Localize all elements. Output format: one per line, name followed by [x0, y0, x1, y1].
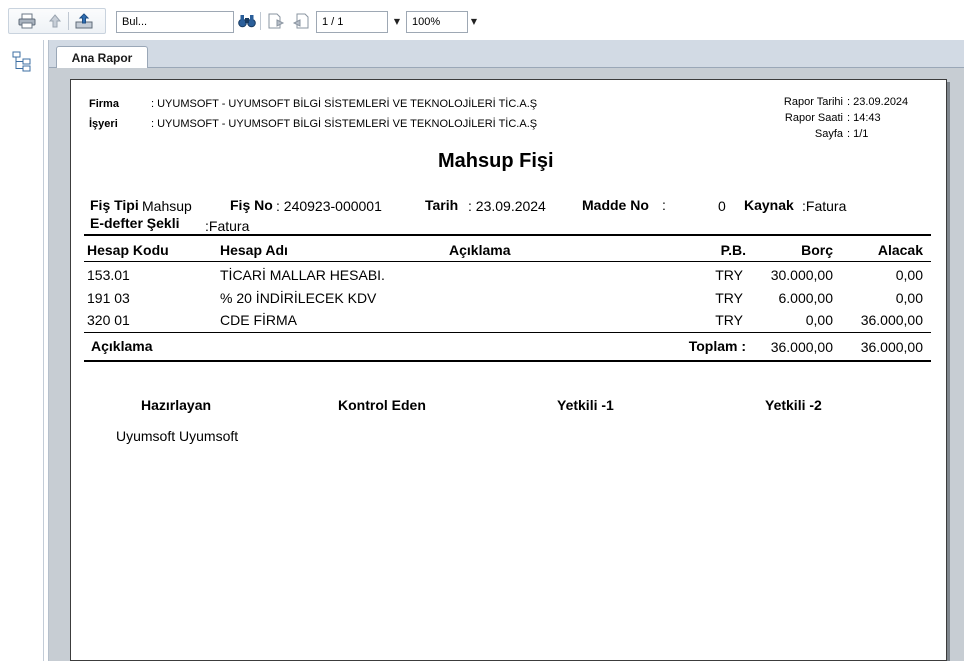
- row-alacak: 0,00: [895, 290, 923, 306]
- sayfa-value: : 1/1: [847, 128, 869, 140]
- firma-value: : UYUMSOFT - UYUMSOFT BİLGİ SİSTEMLERİ V…: [151, 98, 538, 110]
- header-rule: [84, 261, 931, 262]
- col-aciklama: Açıklama: [449, 242, 511, 258]
- row-borc: 6.000,00: [778, 290, 834, 306]
- arrow-up-icon: [48, 14, 62, 28]
- row-pb: TRY: [715, 290, 743, 306]
- zoom-dropdown-button[interactable]: ▼: [468, 11, 480, 31]
- report-viewer: Ana Rapor Firma : UYUMSOFT - UYUMSOFT Bİ…: [48, 40, 964, 661]
- fis-tipi-label: Fiş Tipi: [90, 197, 139, 213]
- fis-no-label: Fiş No: [230, 197, 273, 213]
- toplam-label: Toplam :: [688, 338, 746, 354]
- table-top-rule: [84, 234, 931, 236]
- search-input[interactable]: [116, 11, 234, 33]
- next-page-button[interactable]: [265, 10, 287, 32]
- yetkili-1-label: Yetkili -1: [557, 397, 614, 413]
- toplam-alacak: 36.000,00: [860, 339, 923, 355]
- tab-label: Ana Rapor: [71, 50, 133, 65]
- col-hesap-kodu: Hesap Kodu: [87, 242, 169, 258]
- toolbar-separator: [68, 12, 69, 30]
- sayfa-label: Sayfa: [814, 128, 843, 140]
- document-map-panel: [0, 40, 44, 661]
- rows-rule: [84, 332, 931, 333]
- zoom-input[interactable]: [406, 11, 468, 33]
- fis-no-value: : 240923-000001: [276, 198, 382, 214]
- row-alacak: 36.000,00: [860, 312, 923, 328]
- kaynak-value: :Fatura: [802, 198, 847, 214]
- col-hesap-adi: Hesap Adı: [220, 242, 288, 258]
- previous-page-button[interactable]: [290, 10, 312, 32]
- row-pb: TRY: [715, 312, 743, 328]
- kontrol-eden-label: Kontrol Eden: [338, 397, 426, 413]
- print-button[interactable]: [16, 10, 38, 32]
- footer-aciklama-label: Açıklama: [91, 338, 153, 354]
- row-borc: 30.000,00: [770, 267, 833, 283]
- row-hesap-kodu: 191 03: [87, 290, 130, 306]
- row-alacak: 0,00: [895, 267, 923, 283]
- row-hesap-kodu: 320 01: [87, 312, 130, 328]
- row-hesap-adi: % 20 İNDİRİLECEK KDV: [220, 290, 377, 306]
- kaynak-label: Kaynak: [744, 197, 794, 213]
- tab-ana-rapor[interactable]: Ana Rapor: [56, 46, 148, 68]
- edefter-value: :Fatura: [205, 218, 250, 234]
- row-hesap-adi: CDE FİRMA: [220, 312, 297, 328]
- toolbar-separator: [260, 12, 261, 30]
- col-pb: P.B.: [720, 242, 746, 258]
- tab-strip-border: [49, 67, 964, 68]
- tree-view-icon: [12, 51, 31, 72]
- find-button[interactable]: [236, 10, 258, 32]
- edefter-label: E-defter Şekli: [90, 215, 180, 231]
- export-button[interactable]: [73, 10, 95, 32]
- export-icon: [75, 13, 93, 29]
- document-map-button[interactable]: [11, 50, 33, 72]
- firma-label: Firma: [89, 98, 119, 110]
- toolbar: ▼ ▼: [0, 0, 964, 40]
- hazirlayan-label: Hazırlayan: [141, 397, 212, 413]
- tarih-value: : 23.09.2024: [468, 198, 546, 214]
- col-borc: Borç: [801, 242, 833, 258]
- page-number-input[interactable]: [316, 11, 388, 33]
- page-dropdown-button[interactable]: ▼: [391, 11, 403, 31]
- isyeri-label: İşyeri: [89, 118, 118, 130]
- printer-icon: [18, 13, 36, 29]
- page-back-icon: [292, 13, 309, 29]
- row-hesap-adi: TİCARİ MALLAR HESABI.: [220, 267, 385, 283]
- row-pb: TRY: [715, 267, 743, 283]
- row-borc: 0,00: [805, 312, 833, 328]
- binoculars-icon: [238, 15, 256, 28]
- rapor-saati-value: : 14:43: [847, 112, 881, 124]
- report-title: Mahsup Fişi: [438, 150, 554, 172]
- isyeri-value: : UYUMSOFT - UYUMSOFT BİLGİ SİSTEMLERİ V…: [151, 118, 538, 130]
- rapor-tarihi-value: : 23.09.2024: [847, 96, 909, 108]
- chevron-down-icon: ▼: [393, 16, 401, 26]
- fis-tipi-value: Mahsup: [142, 198, 192, 214]
- hazirlayan-value: Uyumsoft Uyumsoft: [116, 428, 239, 444]
- page-forward-icon: [268, 13, 285, 29]
- yetkili-2-label: Yetkili -2: [765, 397, 822, 413]
- madde-no-label: Madde No: [582, 197, 649, 213]
- chevron-down-icon: ▼: [470, 16, 478, 26]
- rapor-saati-label: Rapor Saati: [784, 112, 843, 124]
- col-alacak: Alacak: [877, 242, 923, 258]
- upload-button[interactable]: [44, 10, 66, 32]
- totals-rule: [84, 360, 931, 362]
- toplam-borc: 36.000,00: [770, 339, 833, 355]
- row-hesap-kodu: 153.01: [87, 267, 130, 283]
- madde-no-colon: :: [662, 197, 666, 213]
- report-page: Firma : UYUMSOFT - UYUMSOFT BİLGİ SİSTEM…: [70, 79, 947, 661]
- rapor-tarihi-label: Rapor Tarihi: [783, 96, 843, 108]
- tarih-label: Tarih: [425, 197, 459, 213]
- madde-no-value: 0: [718, 198, 726, 214]
